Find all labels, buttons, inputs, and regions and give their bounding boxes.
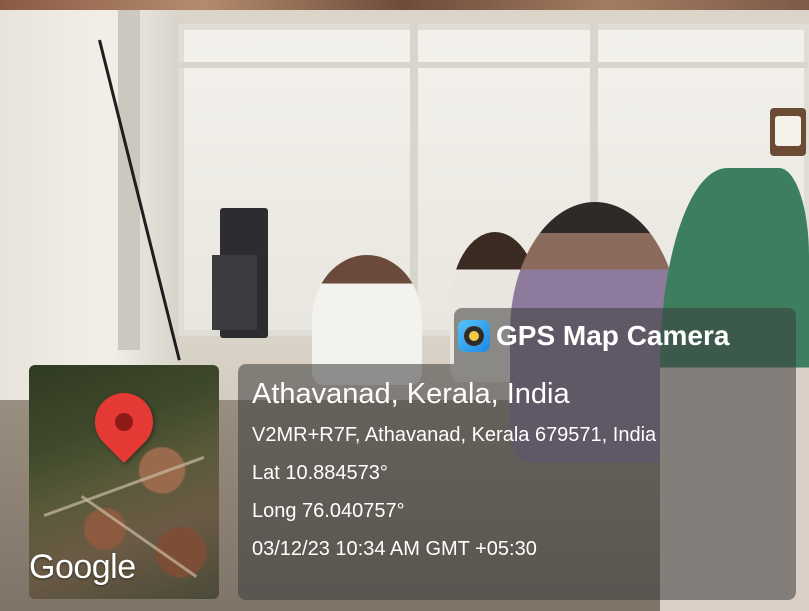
photo-pillar bbox=[118, 10, 140, 350]
timestamp-text: 03/12/23 10:34 AM GMT +05:30 bbox=[252, 538, 537, 560]
map-thumbnail: Google bbox=[29, 365, 219, 599]
latitude-text: Lat 10.884573° bbox=[252, 462, 388, 484]
photo-computer bbox=[212, 255, 257, 330]
longitude-text: Long 76.040757° bbox=[252, 500, 405, 522]
photo-top-strip bbox=[0, 0, 809, 10]
app-badge: GPS Map Camera bbox=[454, 308, 796, 364]
photo-window-transom bbox=[178, 62, 808, 68]
location-pin-dot bbox=[115, 413, 133, 431]
place-name: Athavanad, Kerala, India bbox=[252, 378, 570, 410]
google-logo: Google bbox=[29, 548, 136, 586]
address-line: V2MR+R7F, Athavanad, Kerala 679571, Indi… bbox=[252, 424, 657, 446]
location-info-panel: Athavanad, Kerala, India V2MR+R7F, Athav… bbox=[238, 364, 796, 600]
map-road bbox=[43, 456, 205, 517]
app-title: GPS Map Camera bbox=[496, 320, 730, 351]
gps-map-camera-icon bbox=[458, 320, 490, 352]
photo-wall-clock bbox=[770, 108, 806, 156]
